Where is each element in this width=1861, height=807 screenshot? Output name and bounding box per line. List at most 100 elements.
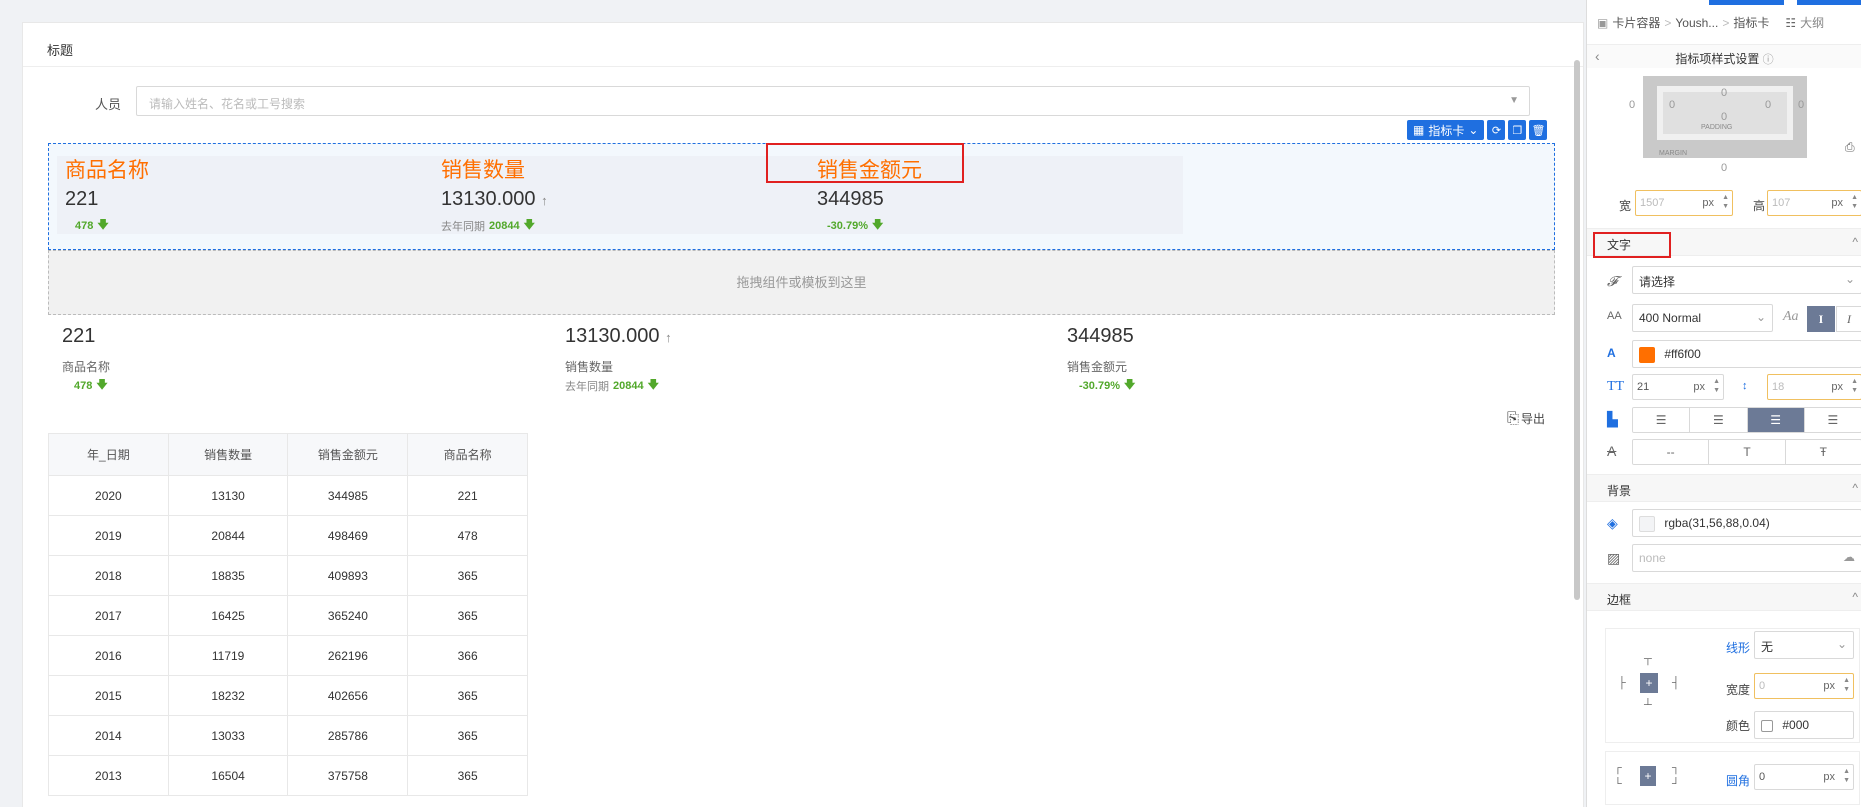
font-family-select[interactable]: 请选择 ⌄	[1632, 266, 1861, 294]
stepper-icon[interactable]: ▲ ▼	[1722, 193, 1729, 211]
corner-all-icon[interactable]: +	[1640, 766, 1656, 786]
font-color-input[interactable]: #ff6f00	[1632, 340, 1861, 368]
breadcrumb-item[interactable]: 指标卡	[1733, 14, 1769, 31]
canvas-scrollbar[interactable]	[1574, 60, 1580, 600]
font-size-unit: px	[1693, 381, 1705, 393]
panel-header-title-row: 指标项样式设置 ⓘ	[1587, 50, 1861, 67]
stepper-icon[interactable]: ▲ ▼	[1843, 767, 1850, 785]
delete-icon[interactable]: 🗑	[1529, 120, 1548, 140]
component-type-dropdown[interactable]: ▦ 指标卡 ⌄	[1407, 120, 1485, 140]
refresh-icon[interactable]: ⟳	[1487, 120, 1506, 140]
padding-top-value[interactable]: 0	[1721, 87, 1727, 99]
table-cell: 375758	[287, 755, 409, 796]
table-cell: 18232	[167, 675, 289, 716]
breadcrumb: ▣ 卡片容器 > Yoush... > 指标卡 ☷ 大纲	[1597, 14, 1824, 31]
decoration-underline-button[interactable]: T	[1709, 440, 1786, 464]
export-button[interactable]: ⎘ 导出	[1507, 410, 1545, 427]
table-cell: 262196	[287, 635, 409, 676]
help-icon[interactable]: ⓘ	[1763, 54, 1774, 66]
border-right-icon[interactable]: ┤	[1672, 677, 1680, 689]
decoration-strike-button[interactable]: Ŧ	[1785, 440, 1861, 464]
lock-icon[interactable]: ⎙	[1845, 140, 1855, 155]
italic-toggle[interactable]: I	[1836, 306, 1861, 332]
margin-right-value[interactable]: 0	[1798, 99, 1804, 111]
kpi-item-2[interactable]: 344985 销售金额元 -30.79% 🡇	[1067, 325, 1567, 395]
background-color-swatch[interactable]	[1639, 516, 1655, 532]
column-header[interactable]: 销售金额元	[287, 433, 409, 476]
breadcrumb-item[interactable]: 卡片容器	[1612, 14, 1660, 31]
kpi-item[interactable]: 商品名称 221 478 🡇	[57, 156, 433, 234]
chevron-down-icon: ⌄	[1836, 637, 1847, 651]
column-header[interactable]: 年_日期	[48, 433, 169, 476]
align-center-icon[interactable]: ☰	[1690, 408, 1748, 432]
line-style-select[interactable]: 无 ⌄	[1754, 631, 1854, 659]
kpi-name: 销售金额元	[1067, 360, 1128, 374]
corner-top-right-icon[interactable]: ┐	[1672, 762, 1680, 774]
radius-input[interactable]: 0 px ▲ ▼	[1754, 764, 1854, 790]
font-family-value: 请选择	[1639, 275, 1676, 289]
breadcrumb-item[interactable]: Yoush...	[1675, 16, 1718, 30]
kpi-compare: 478 🡇	[75, 216, 109, 235]
corner-bottom-left-icon[interactable]: └	[1614, 778, 1622, 790]
kpi-item[interactable]: 销售数量 13130.000 ↑ 去年同期 20844 🡇	[433, 156, 809, 234]
accent-bar	[1709, 0, 1784, 5]
line-style-label: 线形	[1726, 641, 1751, 655]
bold-toggle[interactable]: I	[1807, 306, 1835, 332]
background-section-header[interactable]: 背景 ^	[1587, 474, 1861, 502]
font-weight-select[interactable]: 400 Normal ⌄	[1632, 304, 1773, 332]
column-header[interactable]: 销售数量	[167, 433, 289, 476]
background-image-input[interactable]: none ☁	[1632, 544, 1861, 572]
border-section-header[interactable]: 边框 ^	[1587, 583, 1861, 611]
corner-top-left-icon[interactable]: ┌	[1614, 762, 1622, 774]
border-color-swatch[interactable]	[1761, 719, 1773, 732]
drop-zone[interactable]: 拖拽组件或模板到这里	[48, 250, 1555, 315]
border-bottom-icon[interactable]: ┴	[1644, 699, 1652, 711]
width-input[interactable]: 1507 px ▲ ▼	[1635, 190, 1733, 216]
decoration-none-button[interactable]: --	[1633, 440, 1710, 464]
border-top-icon[interactable]: ┬	[1644, 653, 1652, 665]
text-decoration-icon: A	[1607, 443, 1617, 459]
border-left-icon[interactable]: ├	[1618, 677, 1626, 689]
stepper-icon[interactable]: ▲ ▼	[1851, 377, 1858, 395]
table-cell: 2017	[48, 595, 169, 636]
kpi-value: 344985	[817, 188, 884, 210]
height-input[interactable]: 107 px ▲ ▼	[1767, 190, 1861, 216]
padding-right-value[interactable]: 0	[1765, 99, 1771, 111]
padding-bottom-value[interactable]: 0	[1721, 111, 1727, 123]
upload-icon[interactable]: ☁	[1843, 550, 1855, 564]
corner-bottom-right-icon[interactable]: ┘	[1672, 778, 1680, 790]
width-input-value: 1507	[1640, 197, 1665, 209]
kpi-item-2[interactable]: 221 商品名称 478 🡇	[62, 325, 562, 395]
kpi-compare-value: -30.79%	[1079, 379, 1120, 392]
kpi-name: 销售数量	[441, 159, 525, 182]
line-height-input[interactable]: 18 px ▲ ▼	[1767, 374, 1861, 400]
chevron-down-icon[interactable]: ▼	[1509, 95, 1519, 106]
margin-left-value[interactable]: 0	[1629, 99, 1635, 111]
table-cell: 2013	[48, 755, 169, 796]
border-color-input[interactable]: #000	[1754, 711, 1854, 739]
align-right-icon[interactable]: ☰	[1747, 408, 1805, 432]
stepper-icon[interactable]: ▲ ▼	[1713, 377, 1720, 395]
outline-button[interactable]: 大纲	[1800, 14, 1824, 31]
column-header[interactable]: 商品名称	[407, 433, 528, 476]
export-icon: ⎘	[1507, 410, 1520, 427]
font-size-input[interactable]: 21 px ▲ ▼	[1632, 374, 1724, 400]
font-color-swatch[interactable]	[1639, 347, 1655, 363]
person-search-input[interactable]: 请输入姓名、花名或工号搜索 ▼	[136, 86, 1530, 116]
table-cell: 2018	[48, 555, 169, 596]
border-width-input[interactable]: 0 px ▲ ▼	[1754, 673, 1854, 699]
border-all-icon[interactable]: +	[1640, 673, 1658, 693]
margin-bottom-value[interactable]: 0	[1721, 162, 1727, 174]
stepper-icon[interactable]: ▲ ▼	[1851, 193, 1858, 211]
line-height-icon: ↕	[1742, 380, 1748, 392]
arrow-up-icon: ↑	[665, 330, 672, 345]
align-justify-icon[interactable]: ☰	[1804, 408, 1861, 432]
kpi-item-2[interactable]: 13130.000 ↑ 销售数量 去年同期 20844 🡇	[565, 325, 1065, 395]
align-left-icon[interactable]: ☰	[1633, 408, 1691, 432]
stepper-icon[interactable]: ▲ ▼	[1843, 676, 1850, 694]
background-color-input[interactable]: rgba(31,56,88,0.04)	[1632, 509, 1861, 537]
copy-icon[interactable]: ❐	[1508, 120, 1527, 140]
padding-left-value[interactable]: 0	[1669, 99, 1675, 111]
table-cell: 285786	[287, 715, 409, 756]
text-case-icon[interactable]: Aa	[1783, 309, 1799, 325]
